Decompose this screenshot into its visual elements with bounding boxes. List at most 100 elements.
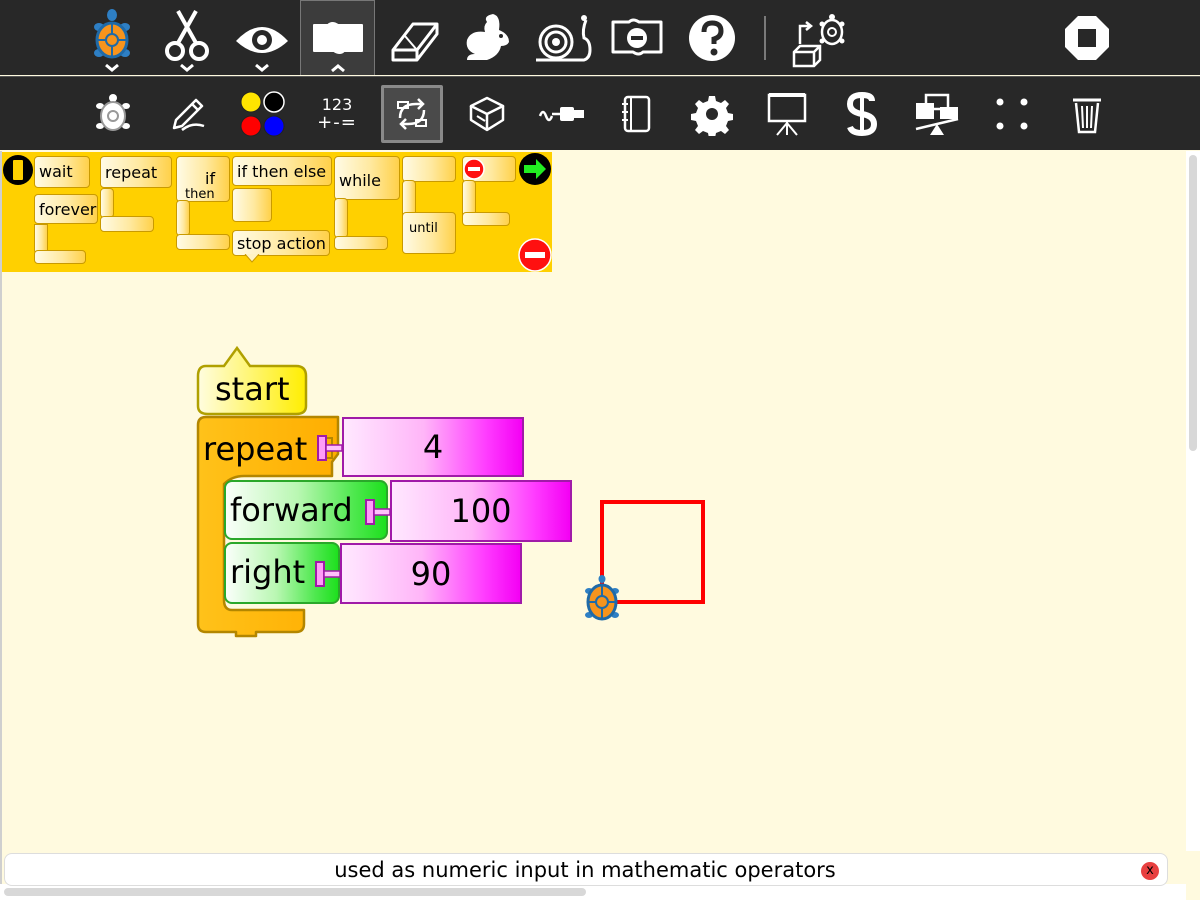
next-palette-icon[interactable] <box>518 152 552 186</box>
palette-block-repeat-foot <box>100 216 154 232</box>
remove-block-icon[interactable] <box>463 158 485 180</box>
palette-block-forever-foot <box>34 250 86 264</box>
palette-block-until-foot: until <box>402 212 456 254</box>
media-palette-icon <box>622 95 651 133</box>
more-palettes-button[interactable] <box>977 77 1047 151</box>
help-text: used as numeric input in mathematic oper… <box>334 858 836 882</box>
trash-palette-icon <box>1073 98 1101 134</box>
edit-scissors-icon <box>165 9 209 72</box>
palette-orientation-icon[interactable] <box>2 154 34 186</box>
numbers-palette-button[interactable]: 123 +-= <box>302 77 372 151</box>
repeat-label: repeat <box>203 430 308 468</box>
palette-block-while[interactable]: while <box>334 156 400 200</box>
blocks-palette-button[interactable] <box>452 77 522 151</box>
palette-block-stop-action[interactable]: stop action <box>232 230 330 256</box>
forward-value: 100 <box>450 492 512 530</box>
close-help-button[interactable]: x <box>1141 862 1159 880</box>
numbers-palette-line2: +-= <box>317 112 357 133</box>
stop-icon <box>1065 15 1109 60</box>
horizontal-scrollbar-thumb[interactable] <box>4 888 586 896</box>
palette-block-repeat-arm <box>100 188 114 218</box>
toolbar-separator <box>764 16 766 60</box>
palette-label-if: if <box>205 169 216 188</box>
vertical-scrollbar[interactable] <box>1186 151 1200 851</box>
palette-block-if[interactable]: if then <box>176 156 230 202</box>
load-example-button[interactable] <box>780 0 854 75</box>
hide-blocks-button[interactable] <box>600 0 674 75</box>
presentation-palette-icon <box>767 93 807 136</box>
palette-block-if-arm <box>176 200 190 236</box>
trash-palette-button[interactable] <box>1052 77 1122 151</box>
decks-palette-button[interactable] <box>902 77 972 151</box>
hide-palette-icon[interactable] <box>518 238 552 272</box>
stop-action-arrow-icon <box>244 254 260 263</box>
repeat-count-block[interactable]: 4 <box>342 417 524 477</box>
decks-palette-icon <box>915 93 959 135</box>
palette-block-forever[interactable]: forever <box>34 194 98 224</box>
turtle-activity-icon <box>94 8 130 72</box>
right-value-connector <box>315 561 341 587</box>
flow-palette-icon <box>397 98 427 130</box>
activity-button[interactable] <box>75 0 149 75</box>
edit-button[interactable] <box>150 0 224 75</box>
pen-palette-button[interactable] <box>153 77 223 151</box>
media-palette-button[interactable] <box>602 77 672 151</box>
palette-label-if-then-else: if then else <box>237 162 327 181</box>
sensors-palette-button[interactable] <box>528 77 598 151</box>
palette-label-until: until <box>409 221 438 236</box>
sensors-palette-icon <box>538 107 584 122</box>
turtle-icon[interactable] <box>585 575 619 621</box>
hide-blocks-icon <box>611 18 663 55</box>
eraser-icon <box>391 22 439 61</box>
palette-toolbar-button[interactable] <box>300 0 375 75</box>
palette-label-forever: forever <box>39 200 97 219</box>
portfolio-palette-button[interactable] <box>827 77 897 151</box>
palette-toolbar: 123 +-= <box>0 76 1200 150</box>
run-fast-button[interactable] <box>450 0 524 75</box>
numbers-palette-icon: 123 +-= <box>317 96 357 132</box>
palette-label-wait: wait <box>39 162 73 181</box>
stop-button[interactable] <box>1050 0 1124 75</box>
colors-palette-button[interactable] <box>228 77 298 151</box>
palette-block-until[interactable] <box>402 156 456 182</box>
extras-palette-button[interactable] <box>677 77 747 151</box>
right-value-block[interactable]: 90 <box>340 543 522 604</box>
palette-block-if-then-else-mid <box>232 188 272 222</box>
presentation-palette-button[interactable] <box>752 77 822 151</box>
flow-palette-button[interactable] <box>381 85 443 143</box>
clear-button[interactable] <box>376 0 450 75</box>
repeat-count-value: 4 <box>422 428 444 466</box>
right-value: 90 <box>410 554 452 593</box>
palette-label-repeat: repeat <box>105 163 158 182</box>
run-rabbit-icon <box>466 13 509 60</box>
step-snail-icon <box>536 14 592 61</box>
turtle-palette-button[interactable] <box>78 77 148 151</box>
repeat-count-connector <box>317 435 343 461</box>
flow-palette: wait forever repeat if then if then else… <box>2 152 552 272</box>
palette-label-then: then <box>185 187 215 202</box>
view-button[interactable] <box>225 0 299 75</box>
palette-block-repeat[interactable]: repeat <box>100 156 172 188</box>
palette-label-stop-action: stop action <box>237 234 326 253</box>
forward-value-connector <box>365 499 391 525</box>
portfolio-palette-icon <box>846 91 878 137</box>
turtle-palette-icon <box>96 94 130 131</box>
palette-block-extra-foot <box>462 212 510 226</box>
vertical-scrollbar-thumb[interactable] <box>1189 155 1197 451</box>
palette-block-if-foot <box>176 234 230 250</box>
forward-value-block[interactable]: 100 <box>390 480 572 542</box>
help-button[interactable] <box>675 0 749 75</box>
help-status-bar: used as numeric input in mathematic oper… <box>4 853 1168 886</box>
main-toolbar <box>0 0 1200 75</box>
load-example-icon <box>792 13 845 67</box>
right-label: right <box>230 553 306 591</box>
palette-block-if-then-else[interactable]: if then else <box>232 156 332 186</box>
start-label: start <box>215 370 290 408</box>
run-step-button[interactable] <box>525 0 599 75</box>
palette-block-wait[interactable]: wait <box>34 156 90 188</box>
extras-palette-icon <box>691 96 733 136</box>
palette-block-while-foot <box>334 236 388 250</box>
palette-toolbar-icon <box>312 22 363 73</box>
turtleart-window: 123 +-= wait forever repeat if then if t… <box>0 0 1200 900</box>
forward-label: forward <box>230 491 353 529</box>
